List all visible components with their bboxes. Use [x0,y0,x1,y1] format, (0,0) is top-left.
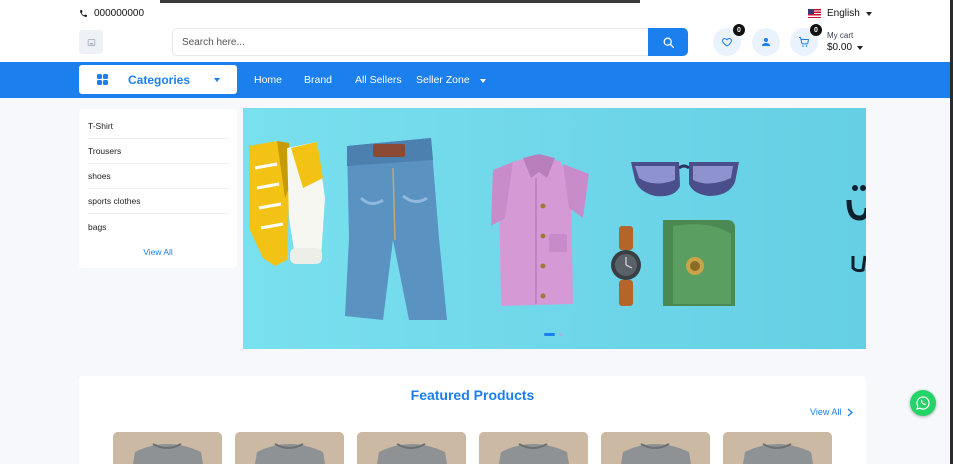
product-card[interactable] [113,432,222,464]
sidebar-item-t-shirt[interactable]: T-Shirt [88,121,228,131]
banner-image [249,138,866,320]
nav-link-brand[interactable]: Brand [304,74,332,86]
wishlist-button[interactable]: 0 [713,24,745,56]
whatsapp-button[interactable] [910,390,936,416]
phone-icon [80,10,87,17]
product-card[interactable] [723,432,832,464]
nav-link-seller-zone[interactable]: Seller Zone [416,74,470,86]
phone-number: 000000000 [94,8,145,19]
carousel-dots [544,333,563,336]
product-image [357,432,466,464]
cart-label: My cart [827,31,854,40]
logo[interactable] [79,30,103,54]
main-nav: Categories Home Brand All Sellers Seller… [0,62,950,98]
cart-icon [799,37,809,47]
search-icon [663,37,674,48]
product-card[interactable] [601,432,710,464]
view-all-label: View All [810,407,842,417]
product-image [113,432,222,464]
product-image [601,432,710,464]
search-input[interactable] [173,29,649,55]
chevron-down-icon [865,11,872,16]
product-image [479,432,588,464]
nav-link-home[interactable]: Home [254,74,282,86]
product-card[interactable] [357,432,466,464]
search-button[interactable] [648,28,688,56]
wishlist-count-badge: 0 [733,24,745,36]
categories-label: Categories [128,73,191,87]
language-selector[interactable]: English [808,8,872,19]
cart-summary[interactable]: My cart $0.00 [827,30,864,54]
category-sidebar: T-Shirt Trousers shoes sports clothes ba… [79,109,237,268]
header: 0 0 My cart $0.00 [0,24,950,62]
product-image [723,432,832,464]
divider [88,213,229,214]
chevron-right-icon [847,408,854,416]
sidebar-item-trousers[interactable]: Trousers [88,146,228,156]
categories-button[interactable]: Categories [79,65,237,94]
featured-products-title: Featured Products [410,387,535,403]
sidebar-item-sports-clothes[interactable]: sports clothes [88,196,228,206]
chevron-down-icon[interactable] [480,79,486,83]
product-card[interactable] [235,432,344,464]
divider [88,138,229,139]
search-bar [172,28,688,56]
sidebar-item-shoes[interactable]: shoes [88,171,228,181]
chevron-down-icon [214,78,220,82]
sidebar-item-bags[interactable]: bags [88,222,228,232]
flag-icon [808,9,821,18]
hero-banner[interactable] [243,108,866,349]
chevron-down-icon [857,46,864,50]
nav-link-all-sellers[interactable]: All Sellers [355,74,402,86]
top-strip: 000000000 English [0,0,950,26]
grid-icon [97,74,108,85]
page: 000000000 English 0 0 [0,0,950,464]
carousel-dot-1[interactable] [544,333,555,336]
cart-total-row: $0.00 [827,42,864,54]
image-placeholder-icon [87,38,95,46]
cart-count-badge: 0 [810,24,822,36]
product-card[interactable] [479,432,588,464]
sidebar-view-all-link[interactable]: View All [79,247,237,257]
divider [88,163,229,164]
product-image [235,432,344,464]
heart-icon [722,37,732,47]
phone-contact[interactable]: 000000000 [79,8,144,19]
featured-products-section: Featured Products View All [79,376,866,464]
divider [88,188,229,189]
carousel-dot-2[interactable] [559,333,563,336]
cart-total: $0.00 [827,42,853,53]
account-button[interactable] [752,28,780,56]
featured-view-all-link[interactable]: View All [810,407,854,417]
language-label: English [827,8,860,19]
whatsapp-icon [916,396,930,410]
user-icon [762,38,770,46]
window-edge [160,0,640,3]
cart-button[interactable]: 0 [790,24,822,56]
